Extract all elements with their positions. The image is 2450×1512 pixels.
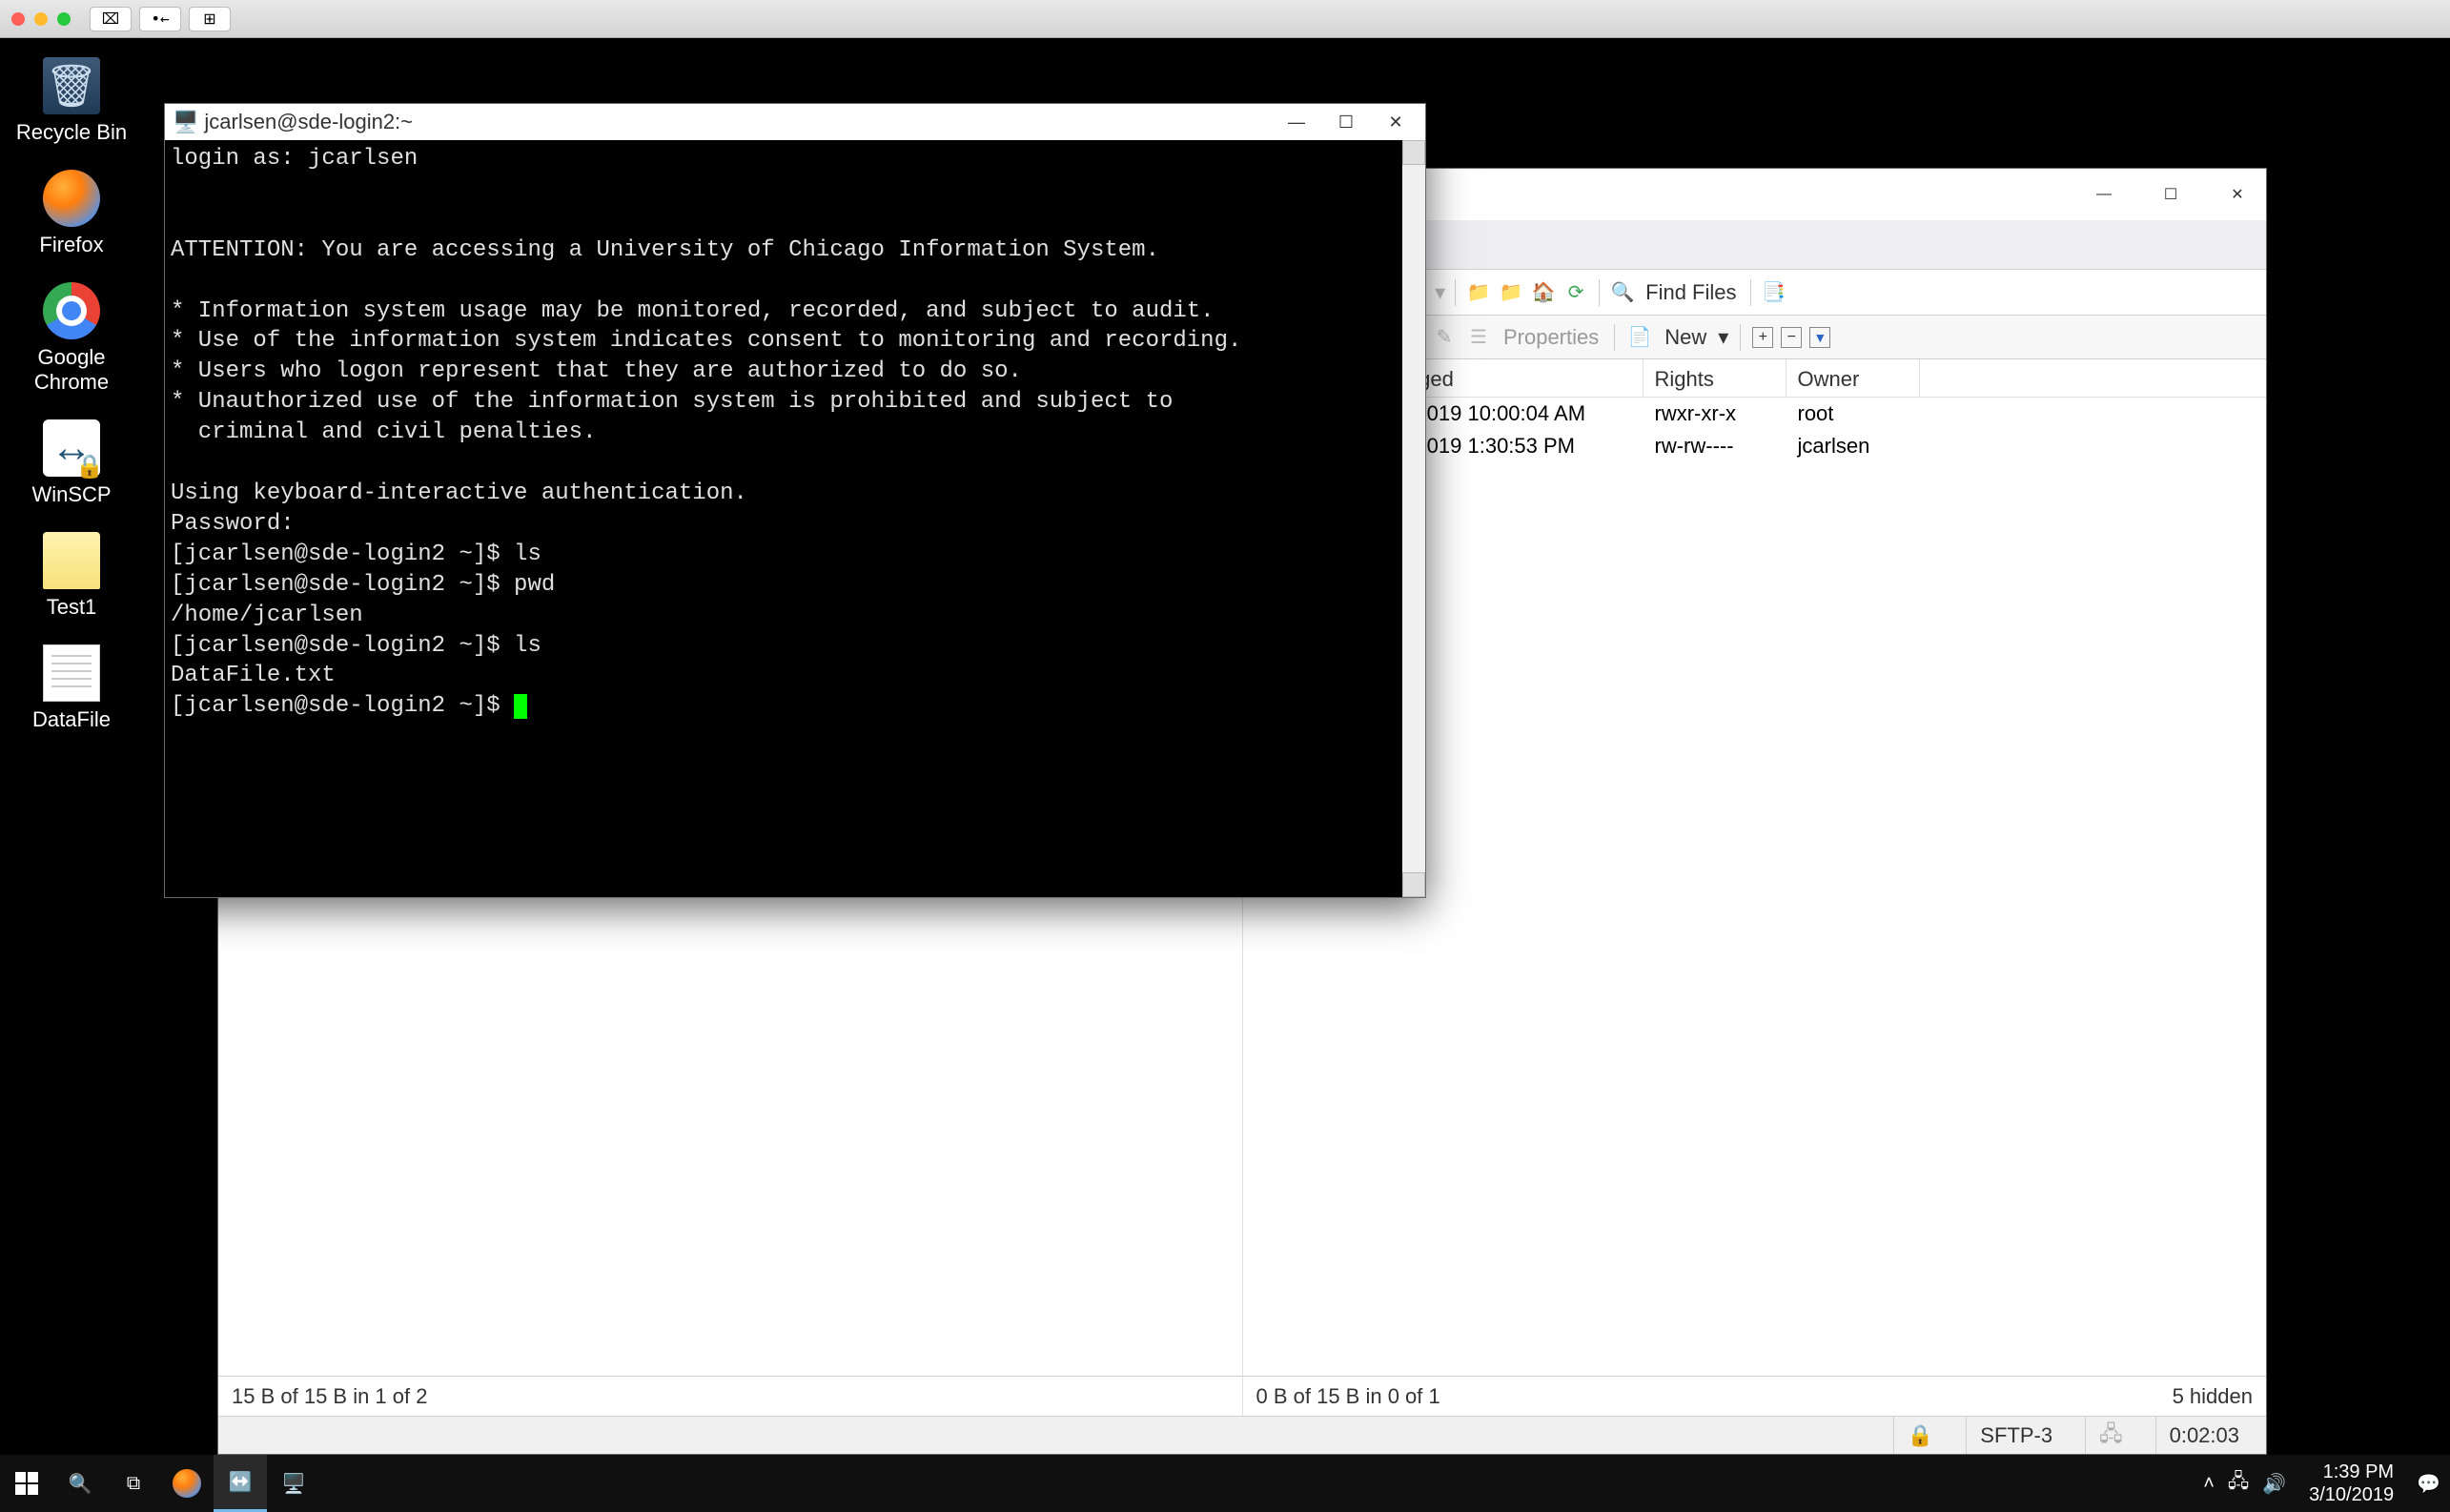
taskbar-winscp[interactable]: ↔️: [214, 1455, 267, 1512]
elapsed-time: 0:02:03: [2155, 1417, 2253, 1454]
putty-window: 🖥️ jcarlsen@sde-login2:~ — ☐ ✕ login as:…: [164, 103, 1426, 898]
rename-icon[interactable]: ✎: [1431, 324, 1458, 351]
folder-icon: [43, 532, 100, 589]
col-owner[interactable]: Owner: [1786, 359, 1920, 397]
scrollbar[interactable]: [1402, 140, 1425, 897]
sync-icon[interactable]: 📑: [1761, 279, 1787, 306]
properties-button[interactable]: Properties: [1500, 325, 1603, 350]
terminal-text: login as: jcarlsen ATTENTION: You are ac…: [171, 146, 1241, 719]
desktop-icons: 🗑 Recycle Bin Firefox Google Chrome ↔ Wi…: [10, 57, 133, 732]
lock-icon: 🔒: [1893, 1417, 1947, 1454]
icon-label: Firefox: [39, 233, 103, 257]
separator: [1614, 324, 1615, 351]
start-button[interactable]: [0, 1455, 53, 1512]
cell-rights: rw-rw----: [1644, 434, 1786, 459]
session-icon: 🖧: [2085, 1417, 2136, 1454]
winscp-footer: 🔒 SFTP-3 🖧 0:02:03: [218, 1416, 2266, 1454]
select-icon[interactable]: ▼: [1809, 327, 1830, 348]
date-label: 3/10/2019: [2309, 1483, 2394, 1506]
notifications-icon[interactable]: 💬: [2417, 1472, 2440, 1496]
find-files-button[interactable]: Find Files: [1642, 280, 1740, 305]
icon-label: WinSCP: [31, 482, 111, 507]
folder-test1-icon[interactable]: Test1: [10, 532, 133, 620]
close-button[interactable]: ✕: [2218, 180, 2256, 209]
taskbar-putty[interactable]: 🖥️: [267, 1455, 320, 1512]
protocol-label: SFTP-3: [1966, 1417, 2066, 1454]
fwd-menu-icon[interactable]: ▾: [1435, 280, 1445, 305]
network-icon[interactable]: 🖧: [2228, 1467, 2249, 1500]
winscp-glyph-icon: ↔: [43, 419, 100, 477]
vm-btn-2[interactable]: •←: [139, 7, 181, 31]
putty-titlebar[interactable]: 🖥️ jcarlsen@sde-login2:~ — ☐ ✕: [165, 104, 1425, 140]
icon-label: Test1: [47, 595, 97, 620]
traffic-lights: [11, 12, 71, 26]
close-button[interactable]: ✕: [1374, 108, 1418, 136]
clock[interactable]: 1:39 PM 3/10/2019: [2299, 1461, 2403, 1506]
windows-desktop: 🗑 Recycle Bin Firefox Google Chrome ↔ Wi…: [0, 38, 2450, 1512]
maximize-button[interactable]: ☐: [1324, 108, 1368, 136]
search-icon: 🔍: [1609, 279, 1636, 306]
minimize-button[interactable]: —: [2085, 180, 2123, 209]
home-icon[interactable]: 🏠: [1530, 279, 1557, 306]
status-right: 0 B of 15 B in 0 of 1: [1256, 1384, 1440, 1408]
cursor: [514, 694, 527, 719]
status-left: 15 B of 15 B in 1 of 2: [218, 1377, 1243, 1416]
terminal-body[interactable]: login as: jcarlsen ATTENTION: You are ac…: [165, 140, 1425, 897]
max-dot[interactable]: [57, 12, 71, 26]
separator: [1455, 279, 1456, 306]
new-menu-icon[interactable]: ▾: [1718, 325, 1728, 350]
recycle-bin-icon[interactable]: 🗑 Recycle Bin: [10, 57, 133, 145]
taskbar-firefox[interactable]: [160, 1455, 214, 1512]
folder-icon[interactable]: 📁: [1465, 279, 1492, 306]
new-button[interactable]: New: [1661, 325, 1710, 350]
windows-taskbar: 🔍 ⧉ ↔️ 🖥️ ˄ 🖧 🔊 1:39 PM 3/10/2019 💬: [0, 1455, 2450, 1512]
props-icon: ☰: [1465, 324, 1492, 351]
icon-label: Recycle Bin: [16, 120, 127, 145]
separator: [1740, 324, 1741, 351]
tray-expand-icon[interactable]: ˄: [2203, 1473, 2215, 1495]
system-tray: ˄ 🖧 🔊 1:39 PM 3/10/2019 💬: [2203, 1461, 2450, 1506]
cell-rights: rwxr-xr-x: [1644, 401, 1786, 426]
vm-btn-3[interactable]: ⊞: [189, 7, 231, 31]
plus-icon[interactable]: +: [1752, 327, 1773, 348]
window-title: jcarlsen@sde-login2:~: [204, 110, 413, 134]
time-label: 1:39 PM: [2309, 1461, 2394, 1483]
mac-titlebar: ⌧ •← ⊞: [0, 0, 2450, 38]
minimize-button[interactable]: —: [1275, 108, 1318, 136]
chrome-icon[interactable]: Google Chrome: [10, 282, 133, 395]
winscp-status-bar: 15 B of 15 B in 1 of 2 0 B of 15 B in 0 …: [218, 1376, 2266, 1416]
task-view-button[interactable]: ⧉: [107, 1455, 160, 1512]
firefox-icon[interactable]: Firefox: [10, 170, 133, 257]
status-hidden: 5 hidden: [2173, 1384, 2253, 1408]
trash-icon: 🗑: [43, 57, 100, 114]
winscp-shortcut-icon[interactable]: ↔ WinSCP: [10, 419, 133, 507]
windows-logo-icon: [15, 1472, 38, 1495]
separator: [1750, 279, 1751, 306]
vm-btn-1[interactable]: ⌧: [90, 7, 132, 31]
folder-up-icon[interactable]: 📁: [1498, 279, 1524, 306]
maximize-button[interactable]: ☐: [2152, 180, 2190, 209]
winscp-icon: ↔️: [229, 1470, 253, 1494]
cell-owner: root: [1786, 401, 1920, 426]
firefox-icon: [173, 1469, 201, 1498]
col-rights[interactable]: Rights: [1644, 359, 1786, 397]
cell-owner: jcarlsen: [1786, 434, 1920, 459]
minus-icon[interactable]: −: [1781, 327, 1802, 348]
icon-label: DataFile: [32, 707, 111, 732]
firefox-glyph-icon: [43, 170, 100, 227]
separator: [1599, 279, 1600, 306]
close-dot[interactable]: [11, 12, 25, 26]
min-dot[interactable]: [34, 12, 48, 26]
refresh-icon[interactable]: ⟳: [1562, 279, 1589, 306]
search-button[interactable]: 🔍: [53, 1455, 107, 1512]
chrome-glyph-icon: [43, 282, 100, 339]
icon-label: Google Chrome: [10, 345, 133, 395]
putty-icon: 🖥️: [173, 110, 198, 134]
volume-icon[interactable]: 🔊: [2262, 1472, 2286, 1496]
new-icon: 📄: [1626, 324, 1653, 351]
textfile-icon: [43, 644, 100, 702]
putty-icon: 🖥️: [282, 1472, 306, 1496]
datafile-icon[interactable]: DataFile: [10, 644, 133, 732]
